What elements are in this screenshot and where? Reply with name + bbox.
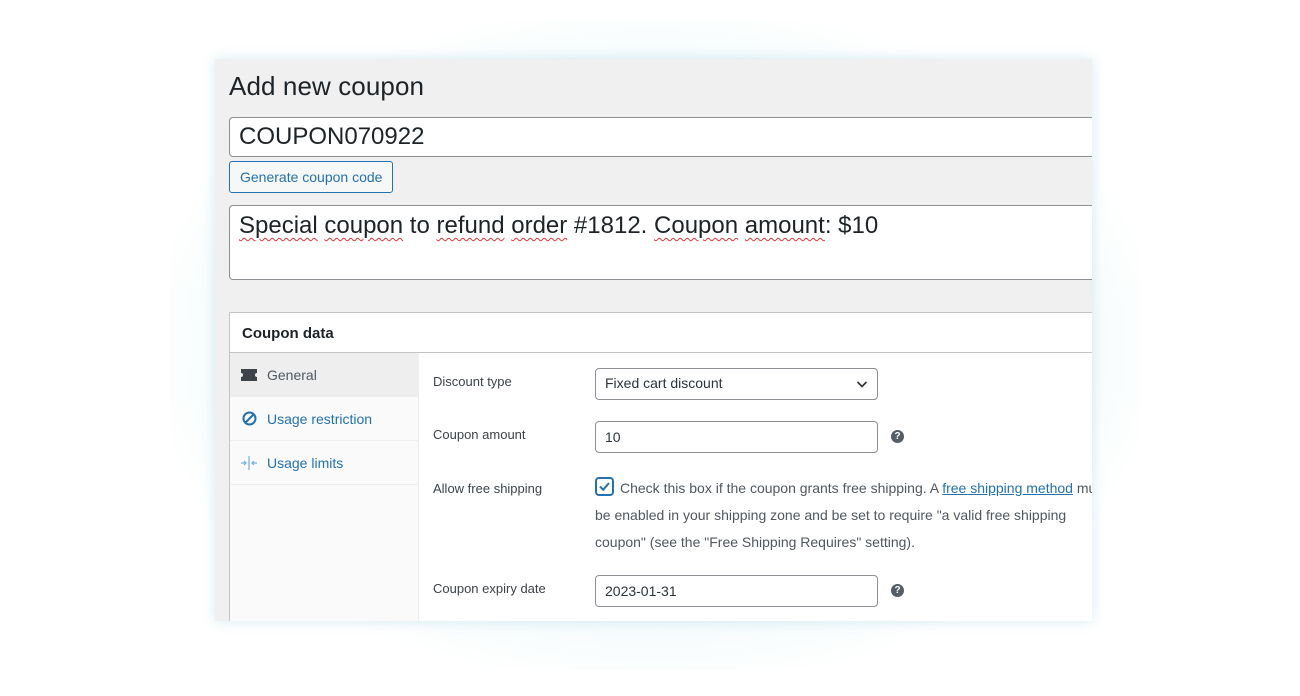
ticket-icon: [240, 366, 258, 384]
tab-general-label: General: [267, 366, 317, 383]
coupon-editor-window: Add new coupon Generate coupon code Spec…: [215, 59, 1092, 621]
free-shipping-method-link[interactable]: free shipping method: [942, 480, 1073, 496]
chevron-down-icon: [856, 381, 868, 388]
free-shipping-label: Allow free shipping: [433, 481, 543, 496]
limits-icon: [240, 454, 258, 472]
tab-usage-restriction[interactable]: Usage restriction: [230, 397, 418, 441]
free-shipping-description: Check this box if the coupon grants free…: [595, 480, 1092, 550]
help-icon[interactable]: ?: [891, 584, 904, 597]
tab-usage-limits[interactable]: Usage limits: [230, 441, 418, 485]
tab-usage-limits-label: Usage limits: [267, 454, 344, 471]
tab-usage-restriction-label: Usage restriction: [267, 410, 373, 427]
coupon-data-panel: Coupon data General Usage restriction Us…: [229, 312, 1092, 621]
discount-type-value: Fixed cart discount: [605, 375, 723, 391]
coupon-amount-label: Coupon amount: [433, 427, 526, 442]
free-shipping-checkbox[interactable]: [595, 477, 614, 496]
general-fields: Discount type Fixed cart discount Coupon…: [420, 353, 1092, 621]
coupon-description-textarea[interactable]: Special coupon to refund order #1812. Co…: [229, 205, 1092, 280]
expiry-date-input[interactable]: [595, 575, 878, 607]
discount-type-label: Discount type: [433, 374, 512, 389]
prohibited-icon: [240, 410, 258, 428]
expiry-date-label: Coupon expiry date: [433, 581, 546, 596]
page-title: Add new coupon: [229, 71, 425, 101]
generate-coupon-code-button[interactable]: Generate coupon code: [229, 161, 394, 193]
coupon-data-tabs: General Usage restriction Usage limits: [230, 353, 419, 621]
checkmark-icon: [599, 482, 610, 492]
discount-type-select[interactable]: Fixed cart discount: [595, 368, 878, 400]
help-icon[interactable]: ?: [891, 430, 904, 443]
coupon-code-input[interactable]: [229, 117, 1092, 157]
coupon-data-header: Coupon data: [230, 313, 1092, 353]
tab-general[interactable]: General: [230, 353, 418, 397]
coupon-amount-input[interactable]: [595, 421, 878, 453]
description-text: Special coupon to refund order #1812. Co…: [239, 212, 879, 239]
